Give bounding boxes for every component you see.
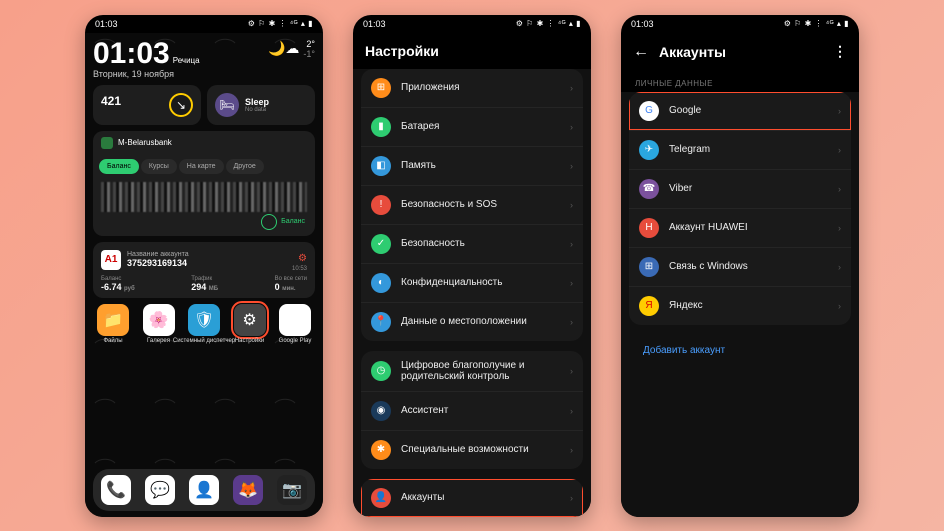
- settings-row[interactable]: ◉Ассистент›: [361, 391, 583, 430]
- settings-row[interactable]: ⊞Приложения›: [361, 69, 583, 107]
- steps-widget[interactable]: 421⠀ ↘: [93, 85, 201, 125]
- dock-app[interactable]: 📷: [277, 475, 307, 505]
- back-button[interactable]: ←: [633, 43, 649, 61]
- weather-icon: 🌙☁: [268, 40, 299, 57]
- weather-widget[interactable]: 🌙☁ 2°-1°: [268, 39, 315, 59]
- phone-home: 01:03 ⚙ ⚐ ✱ ⋮ ⁴ᴳ ▴ ▮ 01:03Речица Вторник…: [85, 15, 323, 517]
- app-Настройки[interactable]: ⚙Настройки: [230, 304, 270, 344]
- bank-icon: [101, 137, 113, 149]
- status-bar: 01:03⚙ ⚐ ✱ ⋮ ⁴ᴳ ▴ ▮: [621, 15, 859, 33]
- sleep-widget[interactable]: 🛏 SleepNo data: [207, 85, 315, 125]
- a1-widget[interactable]: A1 Название аккаунта375293169134 ⚙10:53 …: [93, 242, 315, 298]
- page-title: Аккаунты: [659, 44, 726, 60]
- dock: 📞 💬 👤 🦊 📷: [93, 469, 315, 511]
- account-row[interactable]: ЯЯндекс›: [629, 286, 851, 325]
- page-title: Настройки: [365, 43, 439, 59]
- add-account-link[interactable]: Добавить аккаунт: [629, 335, 851, 366]
- settings-row[interactable]: !Безопасность и SOS›: [361, 185, 583, 224]
- a1-stat: Трафик294 МБ: [191, 276, 218, 292]
- sleep-icon: 🛏: [215, 93, 239, 117]
- bank-tab[interactable]: Баланс: [99, 159, 139, 174]
- status-bar: 01:03 ⚙ ⚐ ✱ ⋮ ⁴ᴳ ▴ ▮: [85, 15, 323, 33]
- steps-icon: ↘: [169, 93, 193, 117]
- dock-app[interactable]: 📞: [101, 475, 131, 505]
- account-row[interactable]: ✈Telegram›: [629, 130, 851, 169]
- home-content: 01:03Речица Вторник, 19 ноября 🌙☁ 2°-1° …: [85, 33, 323, 517]
- bank-widget[interactable]: M-Belarusbank БалансКурсыНа картеДругое …: [93, 131, 315, 236]
- bank-tab[interactable]: Курсы: [141, 159, 177, 174]
- status-icons: ⚙ ⚐ ✱ ⋮ ⁴ᴳ ▴ ▮: [248, 19, 313, 28]
- accounts-header: ← Аккаунты ⋮: [621, 33, 859, 71]
- clock-widget[interactable]: 01:03Речица: [93, 39, 200, 69]
- settings-row[interactable]: 👤Аккаунты›: [361, 479, 583, 517]
- more-icon[interactable]: ⋮: [833, 43, 847, 60]
- bank-tab[interactable]: На карте: [179, 159, 224, 174]
- phone-settings: 01:03⚙ ⚐ ✱ ⋮ ⁴ᴳ ▴ ▮ Настройки ⊞Приложени…: [353, 15, 591, 517]
- account-row[interactable]: GGoogle›: [629, 92, 851, 130]
- accounts-list: GGoogle›✈Telegram›☎Viber›HАккаунт HUAWEI…: [621, 92, 859, 517]
- settings-row[interactable]: ◷Цифровое благополучие и родительский ко…: [361, 351, 583, 391]
- section-label: личные данные: [621, 71, 859, 92]
- dock-app[interactable]: 🦊: [233, 475, 263, 505]
- dock-app[interactable]: 👤: [189, 475, 219, 505]
- settings-row[interactable]: ✓Безопасность›: [361, 224, 583, 263]
- settings-row[interactable]: ◐Конфиденциальность›: [361, 263, 583, 302]
- settings-row[interactable]: ◧Память›: [361, 146, 583, 185]
- dock-app[interactable]: 💬: [145, 475, 175, 505]
- app-Google Play[interactable]: ▶Google Play: [275, 304, 315, 344]
- gear-icon[interactable]: ⚙: [298, 253, 307, 264]
- app-Системный диспетчер[interactable]: 🛡Системный диспетчер: [184, 304, 224, 344]
- a1-logo: A1: [101, 250, 121, 270]
- a1-stat: Баланс-6.74 руб: [101, 276, 135, 292]
- settings-list: ⊞Приложения›▮Батарея›◧Память›!Безопаснос…: [353, 69, 591, 517]
- settings-row[interactable]: ✱Специальные возможности›: [361, 430, 583, 469]
- a1-stat: Во все сети0 мин.: [275, 276, 307, 292]
- date-label: Вторник, 19 ноября: [93, 69, 200, 79]
- phone-accounts: 01:03⚙ ⚐ ✱ ⋮ ⁴ᴳ ▴ ▮ ← Аккаунты ⋮ личные …: [621, 15, 859, 517]
- bank-balance-blur: [101, 182, 307, 212]
- account-row[interactable]: ☎Viber›: [629, 169, 851, 208]
- app-Файлы[interactable]: 📁Файлы: [93, 304, 133, 344]
- refresh-button[interactable]: Баланс: [93, 214, 315, 236]
- settings-row[interactable]: ▮Батарея›: [361, 107, 583, 146]
- account-row[interactable]: HАккаунт HUAWEI›: [629, 208, 851, 247]
- status-time: 01:03: [95, 19, 118, 29]
- settings-header: Настройки: [353, 33, 591, 69]
- account-row[interactable]: ⊞Связь с Windows›: [629, 247, 851, 286]
- settings-row[interactable]: 📍Данные о местоположении›: [361, 302, 583, 341]
- bank-tab[interactable]: Другое: [226, 159, 264, 174]
- status-bar: 01:03⚙ ⚐ ✱ ⋮ ⁴ᴳ ▴ ▮: [353, 15, 591, 33]
